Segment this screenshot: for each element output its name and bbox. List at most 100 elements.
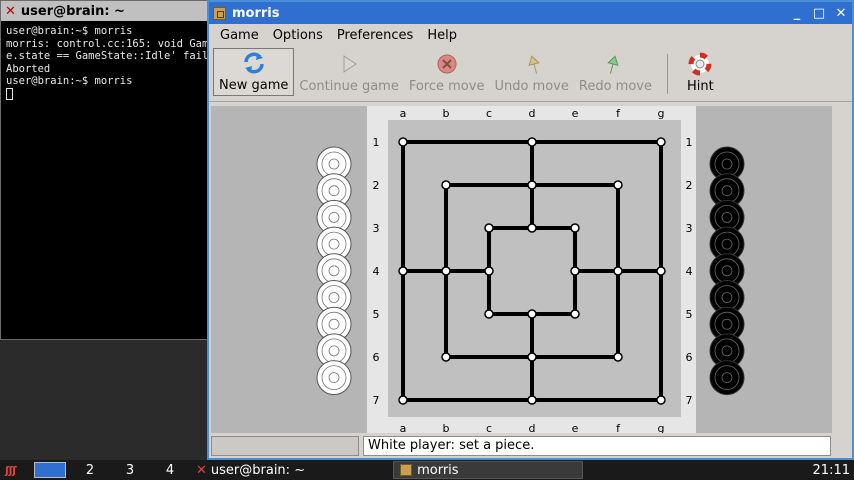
board-point[interactable] [613, 266, 623, 276]
terminal-output[interactable]: user@brain:~$ morris morris: control.cc:… [1, 21, 211, 339]
terminal-window[interactable]: ✕ user@brain: ~ user@brain:~$ morris mor… [0, 0, 212, 340]
column-label: g [658, 422, 665, 433]
terminal-titlebar[interactable]: ✕ user@brain: ~ [1, 1, 211, 21]
board-point[interactable] [527, 180, 537, 190]
board-area[interactable]: aabbccddeeffgg11223344556677 [211, 106, 834, 435]
row-label: 5 [373, 308, 380, 321]
row-label: 1 [373, 136, 380, 149]
terminal-line: user@brain:~$ morris [6, 25, 133, 37]
column-label: c [486, 107, 492, 120]
board-point[interactable] [570, 266, 580, 276]
new-game-label: New game [219, 78, 289, 93]
start-menu-icon[interactable]: ʃʃʃ [0, 464, 30, 477]
redo-arrow-icon [603, 52, 627, 76]
row-label: 5 [686, 308, 693, 321]
board-point[interactable] [527, 395, 537, 405]
status-left-pane [211, 436, 359, 456]
stop-icon [435, 52, 459, 76]
board-point[interactable] [527, 223, 537, 233]
desktop-1-label: 1 [45, 462, 55, 478]
refresh-icon [242, 51, 266, 75]
undo-move-button[interactable]: Undo move [489, 48, 573, 96]
row-label: 3 [686, 222, 693, 235]
board-point[interactable] [484, 266, 494, 276]
board-point[interactable] [613, 352, 623, 362]
board-point[interactable] [570, 309, 580, 319]
morris-window[interactable]: morris _ □ ✕ Game Options Preferences He… [207, 0, 854, 460]
board-point[interactable] [570, 223, 580, 233]
board-point[interactable] [527, 309, 537, 319]
terminal-title: user@brain: ~ [20, 3, 125, 19]
board-canvas[interactable]: aabbccddeeffgg1 12 23 34 45 56 67 7 [211, 106, 834, 435]
board-point[interactable] [613, 180, 623, 190]
task-terminal-label: user@brain: ~ [210, 462, 306, 478]
desktop-4-button[interactable]: 4 [154, 462, 186, 478]
redo-move-label: Redo move [578, 79, 652, 94]
terminal-line: morris: control.cc:165: void GameC [6, 37, 211, 50]
toolbar-separator [666, 54, 668, 94]
terminal-line: user@brain:~$ morris [6, 75, 133, 87]
lifebuoy-icon [688, 52, 712, 76]
board-point[interactable] [441, 266, 451, 276]
menu-options[interactable]: Options [266, 28, 330, 43]
desktop-3-button[interactable]: 3 [114, 462, 146, 478]
morris-app-icon [213, 6, 226, 20]
terminal-line: Aborted [6, 62, 51, 75]
column-label: a [400, 422, 407, 433]
terminal-line: e.state == GameState::Idle' failed [6, 50, 211, 62]
task-terminal[interactable]: ✕ user@brain: ~ [190, 461, 311, 479]
minimize-button[interactable]: _ [786, 2, 808, 24]
task-morris[interactable]: morris [393, 461, 584, 479]
row-label: 6 [373, 351, 380, 364]
hint-label: Hint [686, 79, 714, 94]
board-point[interactable] [527, 137, 537, 147]
taskbar: ʃʃʃ 1 2 3 4 ✕ user@brain: ~ morris 21:11 [0, 460, 854, 480]
menu-help[interactable]: Help [420, 28, 464, 43]
board-point[interactable] [398, 137, 408, 147]
row-label: 7 [373, 394, 380, 407]
x-terminal-icon: ✕ [5, 3, 16, 19]
continue-game-button[interactable]: Continue game [294, 48, 403, 96]
board-point[interactable] [527, 352, 537, 362]
row-label: 2 [686, 179, 693, 192]
new-game-button[interactable]: New game [213, 48, 295, 96]
toolbar: New game Continue game Force move Undo m… [209, 46, 852, 102]
x-terminal-icon: ✕ [196, 462, 207, 478]
menubar: Game Options Preferences Help [209, 24, 852, 46]
menu-game[interactable]: Game [213, 28, 266, 43]
column-label: b [443, 422, 450, 433]
continue-game-label: Continue game [299, 79, 399, 94]
morris-app-icon [400, 464, 413, 476]
column-label: d [529, 422, 536, 433]
window-edge [832, 106, 852, 436]
board-point[interactable] [656, 395, 666, 405]
board-point[interactable] [441, 352, 451, 362]
maximize-button[interactable]: □ [808, 2, 830, 24]
window-title: morris [232, 5, 280, 21]
column-label: d [529, 107, 536, 120]
undo-move-label: Undo move [494, 79, 569, 94]
board-point[interactable] [441, 180, 451, 190]
desktop-2-button[interactable]: 2 [74, 462, 106, 478]
terminal-cursor [6, 87, 13, 100]
close-button[interactable]: ✕ [830, 2, 852, 24]
board-point[interactable] [398, 266, 408, 276]
statusbar: White player: set a piece. [211, 436, 831, 456]
column-label: g [658, 107, 665, 120]
hint-button[interactable]: Hint [682, 48, 719, 96]
board-surface [388, 120, 681, 417]
board-point[interactable] [398, 395, 408, 405]
row-label: 4 [686, 265, 693, 278]
menu-preferences[interactable]: Preferences [330, 28, 420, 43]
board-point[interactable] [484, 223, 494, 233]
row-label: 6 [686, 351, 693, 364]
redo-move-button[interactable]: Redo move [574, 48, 657, 96]
force-move-button[interactable]: Force move [404, 48, 490, 96]
row-label: 3 [373, 222, 380, 235]
board-point[interactable] [656, 137, 666, 147]
morris-titlebar[interactable]: morris _ □ ✕ [209, 2, 852, 24]
desktop-1-button[interactable]: 1 [34, 462, 66, 478]
board-point[interactable] [484, 309, 494, 319]
row-label: 1 [686, 136, 693, 149]
board-point[interactable] [656, 266, 666, 276]
